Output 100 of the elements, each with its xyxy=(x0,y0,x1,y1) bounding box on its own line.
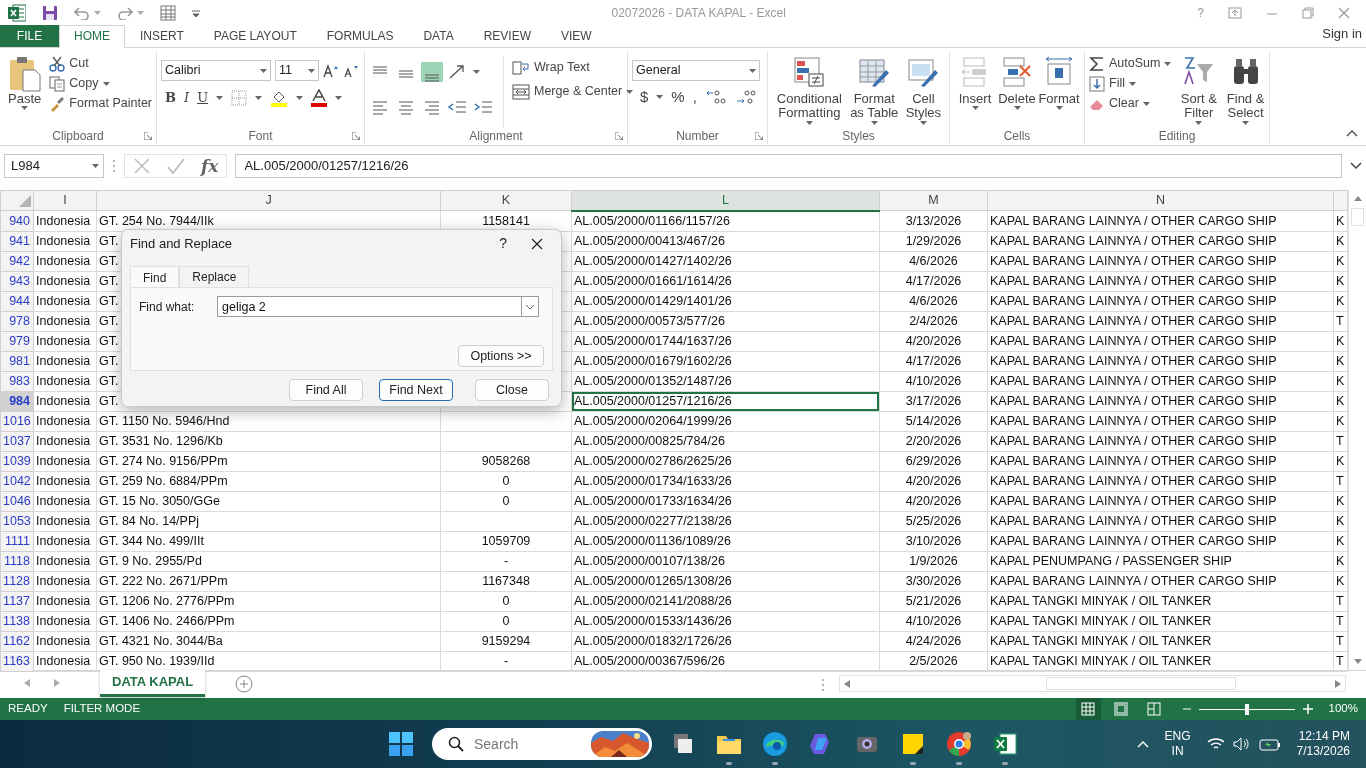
formula-field[interactable]: AL.005/2000/01257/1216/26 xyxy=(235,154,1342,178)
save-icon[interactable] xyxy=(42,5,58,21)
row-number[interactable]: 978 xyxy=(0,311,34,331)
italic-button[interactable]: I xyxy=(184,90,190,106)
column-header[interactable]: L xyxy=(571,190,880,211)
wrap-text-button[interactable]: Wrap Text xyxy=(512,60,634,76)
find-select-button[interactable]: Find & Select xyxy=(1226,52,1265,128)
customize-icon[interactable] xyxy=(192,9,200,17)
zoom-in-icon[interactable] xyxy=(1302,704,1313,714)
format-painter-button[interactable]: Format Painter xyxy=(49,96,152,112)
ribbon-tab[interactable]: REVIEW xyxy=(468,25,546,47)
shrink-font-icon[interactable] xyxy=(343,63,359,78)
row-number[interactable]: 1118 xyxy=(0,551,34,571)
row-number[interactable]: 984 xyxy=(0,391,34,411)
undo-icon[interactable] xyxy=(74,6,90,20)
search-field[interactable]: Search xyxy=(472,732,583,756)
table-icon[interactable] xyxy=(160,5,176,21)
fill-color-icon[interactable] xyxy=(270,89,289,107)
insert-function-button[interactable]: fx xyxy=(201,156,219,176)
browser-icon[interactable] xyxy=(760,729,790,759)
scroll-down-icon[interactable] xyxy=(1352,658,1363,666)
increase-decimal-icon[interactable] xyxy=(704,89,727,106)
row-number[interactable]: 1163 xyxy=(0,651,34,671)
name-box[interactable]: L984 xyxy=(4,154,104,178)
ribbon-tab[interactable]: PAGE LAYOUT xyxy=(198,25,312,47)
row-number[interactable]: 981 xyxy=(0,351,34,371)
start-icon[interactable] xyxy=(386,729,416,759)
expand-formula-icon[interactable] xyxy=(1350,162,1362,170)
delete-button[interactable]: Delete xyxy=(997,52,1037,128)
paste-button[interactable]: Paste xyxy=(4,52,46,128)
dialog-button[interactable]: Find All xyxy=(289,379,363,401)
search-box[interactable]: Search xyxy=(432,728,652,760)
bold-button[interactable]: B xyxy=(165,90,176,106)
next-sheet-icon[interactable] xyxy=(54,679,60,687)
row-number[interactable]: 1037 xyxy=(0,431,34,451)
chrome-icon[interactable] xyxy=(944,729,974,759)
row-number[interactable]: 1111 xyxy=(0,531,34,551)
column-header[interactable]: M xyxy=(879,190,988,211)
row-number[interactable]: 1162 xyxy=(0,631,34,651)
row-number[interactable]: 940 xyxy=(0,210,34,231)
decrease-indent-icon[interactable] xyxy=(447,99,469,115)
dialog-launcher-icon[interactable] xyxy=(615,132,623,140)
underline-button[interactable]: U xyxy=(197,90,209,106)
row-number[interactable]: 1039 xyxy=(0,451,34,471)
restore-icon[interactable] xyxy=(1302,7,1314,19)
comma-button[interactable]: , xyxy=(692,89,697,106)
volume-icon[interactable] xyxy=(1232,737,1251,751)
currency-button[interactable]: $ xyxy=(640,89,649,106)
autosum-button[interactable]: AutoSum xyxy=(1089,56,1172,72)
cut-button[interactable]: Cut xyxy=(49,56,152,72)
column-header[interactable]: J xyxy=(96,190,441,211)
collapse-ribbon-icon[interactable] xyxy=(1346,129,1358,137)
row-number[interactable]: 1128 xyxy=(0,571,34,591)
increase-indent-icon[interactable] xyxy=(473,99,495,115)
fill-button[interactable]: Fill xyxy=(1089,76,1172,92)
row-number[interactable]: 942 xyxy=(0,251,34,271)
scrollbar-thumb[interactable] xyxy=(1351,208,1364,226)
row-number[interactable]: 1046 xyxy=(0,491,34,511)
dialog-tab[interactable]: Replace xyxy=(179,266,250,287)
number-format-field[interactable]: General xyxy=(632,60,760,81)
dropdown-button[interactable] xyxy=(521,296,539,317)
scroll-right-icon[interactable] xyxy=(1334,678,1342,689)
row-number[interactable]: 1137 xyxy=(0,591,34,611)
options-button[interactable]: Options >> xyxy=(458,345,544,367)
ribbon-tab[interactable]: FORMULAS xyxy=(311,25,409,47)
dialog-button[interactable]: Find Next xyxy=(379,379,453,401)
redo-icon[interactable] xyxy=(117,6,133,20)
column-header[interactable]: I xyxy=(33,190,97,211)
merge-center-button[interactable]: Merge & Center xyxy=(512,84,634,100)
zoom-slider-thumb[interactable] xyxy=(1244,703,1249,715)
scroll-up-icon[interactable] xyxy=(1352,194,1363,202)
dropdown-icon[interactable] xyxy=(525,303,535,310)
row-number[interactable]: 943 xyxy=(0,271,34,291)
copy-button[interactable]: Copy xyxy=(49,76,152,92)
format-button[interactable]: Format xyxy=(1039,52,1079,128)
row-number[interactable]: 1042 xyxy=(0,471,34,491)
font-size-field[interactable]: 11 xyxy=(275,60,319,81)
view-button[interactable] xyxy=(1075,698,1101,720)
insert-button[interactable]: Insert xyxy=(955,52,995,128)
conditional-formatting-button[interactable]: Conditional Formatting xyxy=(772,52,847,128)
wifi-icon[interactable] xyxy=(1206,737,1225,751)
format-as-table-button[interactable]: Format as Table xyxy=(846,52,902,128)
language-indicator[interactable]: ENG IN xyxy=(1164,729,1191,759)
font-color-icon[interactable] xyxy=(311,89,328,107)
ribbon-tab[interactable]: INSERT xyxy=(125,25,199,47)
font-name-field[interactable]: Calibri xyxy=(161,60,271,81)
zoom-out-icon[interactable] xyxy=(1182,705,1191,713)
ribbon-tab[interactable]: VIEW xyxy=(546,25,607,47)
cell-styles-button[interactable]: Cell Styles xyxy=(901,52,945,128)
sign-in-link[interactable]: Sign in xyxy=(1322,23,1366,43)
column-header[interactable]: K xyxy=(440,190,572,211)
ribbon-tab[interactable]: HOME xyxy=(59,25,125,48)
grow-font-icon[interactable] xyxy=(323,63,339,78)
row-number[interactable]: 944 xyxy=(0,291,34,311)
row-number[interactable]: 1138 xyxy=(0,611,34,631)
close-icon[interactable] xyxy=(531,238,543,250)
dialog-tab[interactable]: Find xyxy=(130,266,180,288)
ribbon-tab[interactable]: FILE xyxy=(0,25,59,47)
find-what-field[interactable]: geliga 2 xyxy=(217,296,521,317)
row-number[interactable]: 979 xyxy=(0,331,34,351)
